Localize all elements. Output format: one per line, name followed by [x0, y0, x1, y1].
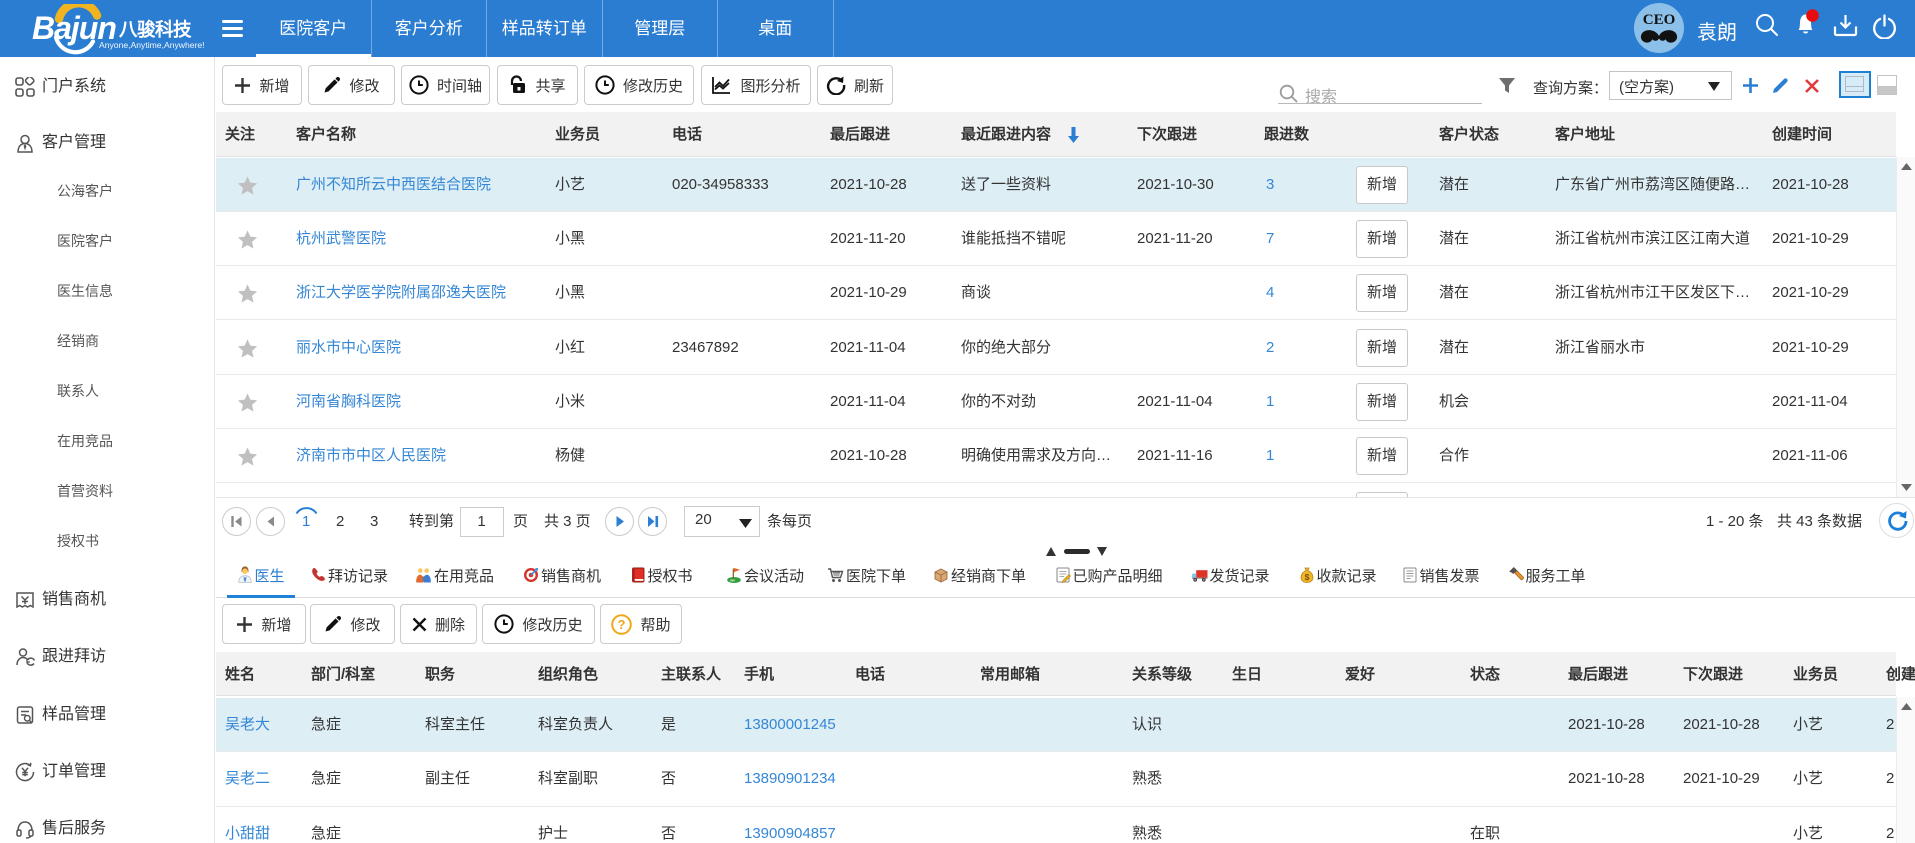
svg-text:CEO: CEO: [1643, 12, 1676, 28]
svg-text:$: $: [1304, 572, 1309, 582]
svg-text:?: ?: [618, 617, 626, 632]
